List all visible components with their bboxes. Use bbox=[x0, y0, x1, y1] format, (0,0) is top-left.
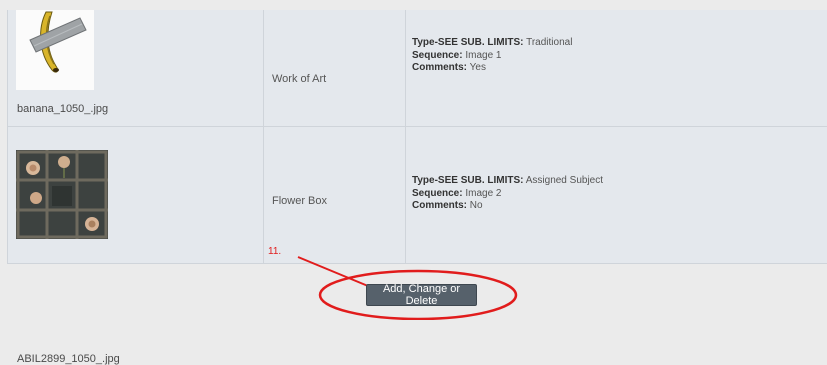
annotation-arrow bbox=[297, 256, 518, 320]
file-name: ABIL2899_1050_.jpg bbox=[17, 353, 120, 365]
add-change-delete-button[interactable]: Add, Change or Delete bbox=[366, 283, 477, 307]
